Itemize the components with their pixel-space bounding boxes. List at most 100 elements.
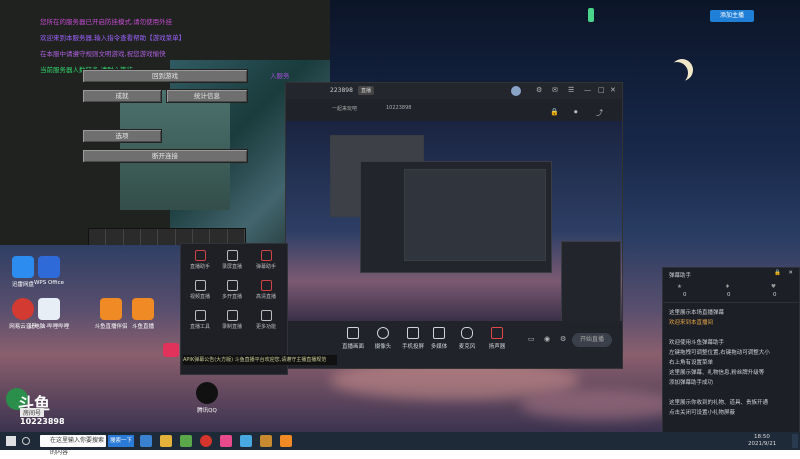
folder-icon[interactable]	[160, 435, 172, 447]
show-desktop-button[interactable]	[792, 434, 798, 448]
back-to-game-button[interactable]: 回到游戏	[82, 69, 248, 83]
disconnect-button[interactable]: 断开连接	[82, 149, 248, 163]
chat-line-side: 入服务	[270, 72, 290, 80]
share-icon[interactable]: ⤴	[596, 108, 603, 118]
info-line: 这里展示本场直播弹幕	[669, 310, 725, 316]
search-input[interactable]: 在这里输入你要搜索的内容	[40, 435, 106, 456]
icon-label: WPS Office	[33, 280, 65, 286]
file-explorer-icon[interactable]	[140, 435, 152, 447]
panel-item[interactable]: 视频直播	[185, 280, 215, 300]
video-icon[interactable]: ▭	[528, 335, 535, 343]
pendant-icon	[588, 8, 594, 22]
avatar[interactable]	[511, 86, 521, 96]
douyu-icon	[132, 298, 154, 320]
fans-icon: ★	[677, 284, 682, 290]
panel-item[interactable]: 弹幕助手	[251, 250, 281, 270]
app-icon[interactable]	[240, 435, 252, 447]
computer-icon	[38, 298, 60, 320]
desktop-icon-douyu[interactable]: 斗鱼直播	[120, 298, 166, 330]
stat-value: 0	[773, 292, 777, 298]
stream-preview	[286, 121, 622, 321]
panel-item-icon	[260, 280, 272, 291]
tool-speaker[interactable]: 扬声器	[482, 327, 512, 350]
search-button[interactable]: 搜索一下	[108, 435, 134, 447]
speaker-icon	[491, 327, 503, 339]
app-icon[interactable]	[260, 435, 272, 447]
icon-label: 此电脑·哔哩哔哩	[28, 324, 70, 330]
danmaku-assistant-panel[interactable]: 弹幕助手 🔒 ✕ ★ 0 ♦ 0 ♥ 0 这里展示本场直播弹幕 欢迎来到本直播间…	[662, 267, 800, 434]
game-window[interactable]: 您所在的服务器已开启防挂模式,请勿使用外挂 欢迎来到本服务器,输入指令查看帮助【…	[0, 0, 330, 245]
info-line: 欢迎来到本直播间	[669, 320, 714, 326]
windows-start-icon[interactable]	[6, 436, 16, 446]
start-live-button[interactable]: 开始直播	[572, 333, 612, 347]
chat-line: 欢迎来到本服务器,输入指令查看帮助【游戏菜单】	[40, 34, 186, 42]
statistics-button[interactable]: 统计信息	[166, 89, 248, 103]
heart-icon: ♥	[771, 284, 776, 290]
monitor-icon	[347, 327, 359, 339]
panel-item[interactable]: 录屏直播	[217, 250, 247, 270]
lock-icon[interactable]: 🔒	[550, 108, 559, 116]
panel-item[interactable]: 高清直播	[251, 280, 281, 300]
tool-microphone[interactable]: 麦克风	[452, 327, 482, 350]
eye-icon[interactable]: ◉	[544, 335, 550, 343]
minimize-icon[interactable]: —	[584, 86, 591, 94]
live-studio-window[interactable]: 223898 直播 ⚙ ✉ ☰ — □ ✕ 一起来玩吧 10223898 🔒 ⏺…	[285, 82, 623, 369]
sub-bar: 一起来玩吧 10223898 🔒 ⏺ ⤴	[286, 99, 622, 122]
desktop-icon-qq[interactable]: 腾讯QQ	[184, 382, 230, 414]
cortana-icon[interactable]	[22, 437, 30, 445]
nested-preview-window	[404, 169, 546, 261]
panel-item[interactable]: 多开直播	[217, 280, 247, 300]
record-icon[interactable]: ⏺	[574, 108, 578, 117]
room-id: 223898	[330, 87, 353, 94]
douyu-watermark: 斗鱼 房间号 10223898	[6, 388, 65, 428]
panel-item-icon	[226, 280, 238, 291]
game-icon[interactable]	[163, 343, 179, 357]
clock-time: 18:50	[754, 434, 770, 440]
moon	[666, 62, 688, 84]
chat-line: 在本服中请遵守规则文明游戏,祝您游戏愉快	[40, 50, 166, 58]
stats-row: ★ 0 ♦ 0 ♥ 0	[663, 282, 799, 303]
options-button[interactable]: 选项	[82, 129, 162, 143]
play-icon	[433, 327, 445, 339]
close-icon[interactable]: ✕	[788, 270, 793, 276]
stat-value: 0	[683, 292, 687, 298]
gear-icon[interactable]: ⚙	[560, 335, 566, 343]
tool-screen[interactable]: 直播画面	[338, 327, 368, 350]
douyu-assistant-icon	[100, 298, 122, 320]
panel-item[interactable]: 录制直播	[217, 310, 247, 330]
subtitle-a: 一起来玩吧	[332, 106, 358, 112]
room-number: 10223898	[20, 417, 65, 426]
lock-icon[interactable]: 🔒	[774, 270, 781, 276]
desktop-icon-wps[interactable]: WPS Office	[26, 256, 72, 286]
info-line: 左键拖拽可调整位置,右键拖动可调整大小	[669, 350, 770, 356]
desktop-icon-bilibili[interactable]: 此电脑·哔哩哔哩	[26, 298, 72, 330]
netease-icon[interactable]	[200, 435, 212, 447]
advancements-button[interactable]: 成就	[82, 89, 162, 103]
panel-item-icon	[260, 250, 272, 261]
app-icon[interactable]	[220, 435, 232, 447]
panel-item[interactable]: 更多功能	[251, 310, 281, 330]
menu-icon[interactable]: ☰	[568, 86, 574, 94]
tool-media[interactable]: 多媒体	[424, 327, 454, 350]
badge-label: 添加主播	[719, 12, 744, 19]
close-icon[interactable]: ✕	[610, 86, 616, 94]
panel-item[interactable]: 直播工具	[185, 310, 215, 330]
room-badge: 直播	[358, 86, 375, 95]
panel-item[interactable]: 直播助手	[185, 250, 215, 270]
douyu-taskbar-icon[interactable]	[280, 435, 292, 447]
qq-penguin-icon	[196, 382, 218, 404]
gift-icon: ♦	[725, 284, 730, 290]
info-line: 这里展示你收到的礼物、道具、贵族开通	[669, 400, 769, 406]
microphone-icon	[461, 327, 473, 339]
maximize-icon[interactable]: □	[598, 86, 605, 94]
add-streamer-badge[interactable]: 添加主播	[710, 10, 754, 22]
panel-item-icon	[226, 250, 238, 261]
clock-date: 2021/9/21	[748, 441, 777, 447]
minecraft-icon[interactable]	[180, 435, 192, 447]
settings-icon[interactable]: ⚙	[536, 86, 542, 94]
taskbar: 在这里输入你要搜索的内容 搜索一下 18:50 2021/9/21	[0, 432, 800, 456]
panel-item-icon	[194, 280, 206, 291]
message-icon[interactable]: ✉	[552, 86, 558, 94]
panel-item-icon	[260, 310, 272, 321]
tool-camera[interactable]: 摄像头	[368, 327, 398, 350]
